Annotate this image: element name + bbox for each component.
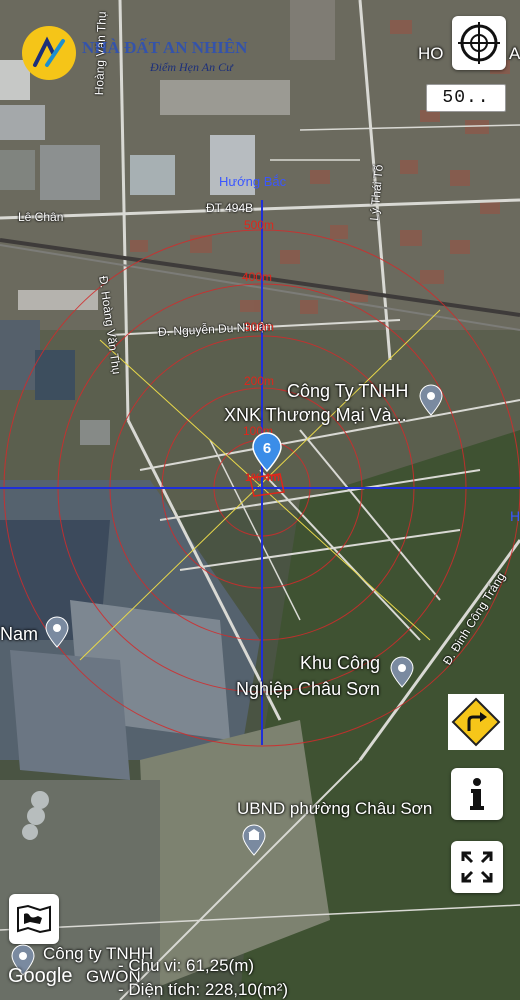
scale-box[interactable]: 50.. — [426, 84, 506, 112]
partial-edge-label: A — [509, 44, 520, 63]
map-icon — [17, 904, 51, 934]
perimeter-text: - Chu vi: 61,25(m) — [118, 956, 255, 975]
north-heading-label: Hướng Bắc — [219, 174, 287, 189]
turn-right-sign-icon — [451, 697, 501, 747]
poi-label-cong-ty-xnk-line2: XNK Thương Mại Và... — [224, 405, 407, 425]
government-pin-icon — [242, 824, 266, 856]
crosshair-icon — [458, 22, 500, 64]
distance-label-400m: 400m — [242, 270, 273, 284]
poi-label-kcn-line1: Khu Công — [300, 653, 381, 673]
partial-poi-label: HO — [418, 44, 444, 63]
fullscreen-button[interactable] — [451, 841, 503, 893]
brand-logo — [22, 26, 76, 80]
poi-pin-cong-ty-xnk[interactable] — [418, 384, 444, 421]
poi-pin-nam[interactable] — [44, 616, 70, 653]
map-pin-icon — [390, 656, 414, 688]
directions-button[interactable] — [448, 694, 504, 750]
poi-label-ubnd: UBND phường Châu Sơn — [237, 799, 433, 818]
logo-mark-icon — [33, 36, 65, 67]
map-pin-icon — [419, 384, 443, 416]
brand-slogan: Điểm Hẹn An Cư — [150, 60, 233, 74]
marker-number: 6 — [262, 440, 272, 457]
poi-label-cong-ty-xnk-line1: Công Ty TNHH — [287, 381, 409, 401]
partial-edge-label-h: H — [510, 508, 520, 524]
distance-label-200m: 200m — [244, 374, 275, 388]
locate-button[interactable] — [452, 16, 506, 70]
expand-icon — [461, 851, 493, 883]
poi-pin-ubnd[interactable] — [241, 824, 267, 861]
street-label-dt494b: ĐT 494B — [206, 201, 254, 215]
poi-label-nam: Nam — [0, 624, 39, 644]
scale-value: 50.. — [442, 88, 490, 108]
google-attribution: Google — [8, 965, 73, 987]
info-icon — [470, 778, 484, 810]
marker-area-label: 1% 4m — [245, 472, 280, 484]
map-layers-button[interactable] — [9, 894, 59, 944]
poi-label-kcn-line2: Nghiệp Châu Sơn — [236, 679, 380, 699]
street-label-le-chan: Lê Chân — [18, 210, 64, 224]
distance-label-300m: 300m — [244, 320, 275, 334]
brand-name: NHÀ ĐẤT AN NHIÊN — [82, 38, 248, 57]
area-text: - Diện tích: 228,10(m²) — [118, 980, 289, 999]
distance-label-500m: 500m — [244, 218, 275, 232]
map-pin-icon — [45, 616, 69, 648]
info-button[interactable] — [451, 768, 503, 820]
poi-pin-kcn[interactable] — [389, 656, 415, 693]
